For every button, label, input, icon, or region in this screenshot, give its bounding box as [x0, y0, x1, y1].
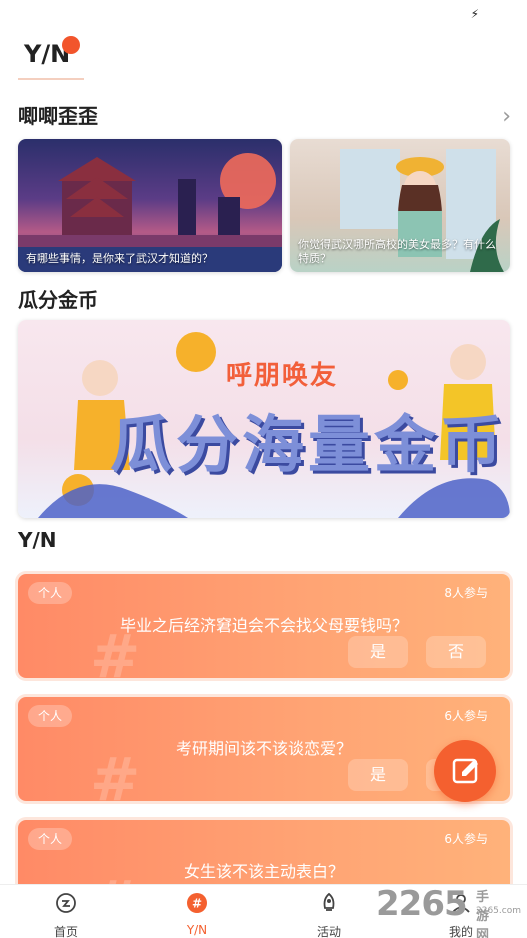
category-tag: 个人	[28, 705, 73, 727]
watermark-number: 2265	[376, 884, 468, 924]
tab-home[interactable]: 首页	[26, 891, 106, 938]
section-title-yn: Y/N	[18, 528, 57, 552]
section-title-coin: 瓜分金币	[18, 288, 98, 312]
chevron-right-icon[interactable]: ›	[502, 104, 511, 129]
bolt-icon: ⚡	[470, 7, 479, 21]
tab-label: 活动	[316, 925, 341, 938]
category-tag: 个人	[28, 582, 73, 604]
tab-label: Y/N	[186, 923, 208, 937]
rocket-icon	[323, 892, 335, 911]
yn-question-card[interactable]: # 个人 8人参与 毕业之后经济窘迫会不会找父母要钱吗？ 是 否	[18, 574, 510, 678]
no-button[interactable]: 否	[426, 636, 486, 668]
section-title-gossip: 唧唧歪歪	[18, 104, 98, 128]
app-header: Y/N	[18, 36, 84, 80]
coin-banner[interactable]: 呼朋唤友 瓜分海量金币	[18, 320, 510, 518]
yes-button[interactable]: 是	[348, 636, 408, 668]
watermark-url: 2265.com	[476, 906, 521, 916]
question-text: 毕业之后经济窘迫会不会找父母要钱吗？	[119, 616, 408, 635]
status-bar: ⚡	[0, 0, 527, 28]
gossip-caption: 有哪些事情，是你来了武汉才知道的？	[26, 252, 213, 265]
coin-banner-subtitle: 呼朋唤友	[226, 361, 339, 391]
home-icon	[56, 893, 76, 913]
gossip-card[interactable]: 你觉得武汉哪所高校的美女最多？有什么特质？	[290, 139, 510, 272]
gossip-card[interactable]: 有哪些事情，是你来了武汉才知道的？	[18, 139, 282, 272]
edit-icon	[452, 758, 478, 784]
svg-text:#: #	[192, 897, 202, 911]
question-text: 女生该不该主动表白？	[183, 862, 344, 881]
tab-label: 首页	[53, 925, 78, 938]
notification-dot	[62, 36, 80, 54]
yes-button[interactable]: 是	[348, 759, 408, 791]
participant-count: 6人参与	[444, 832, 488, 846]
tab-yn[interactable]: # Y/N	[157, 891, 237, 937]
participant-count: 6人参与	[444, 709, 488, 723]
category-tag: 个人	[28, 828, 73, 850]
tab-activity[interactable]: 活动	[289, 891, 369, 938]
hash-icon: #	[187, 893, 207, 913]
participant-count: 8人参与	[444, 586, 488, 600]
compose-button[interactable]	[434, 740, 496, 802]
coin-banner-title: 瓜分海量金币	[110, 408, 507, 481]
gossip-caption: 你觉得武汉哪所高校的美女最多？有什么特质？	[298, 238, 496, 265]
